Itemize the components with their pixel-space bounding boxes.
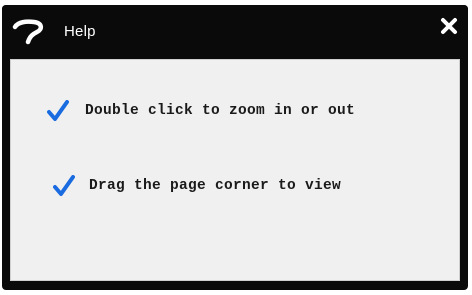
help-dialog: Help Double click to zoom in or out Drag… xyxy=(2,5,468,290)
dialog-title: Help xyxy=(64,23,96,40)
checkmark-icon xyxy=(53,175,75,196)
tip-item: Double click to zoom in or out xyxy=(47,100,355,122)
checkmark-icon xyxy=(47,100,69,121)
tip-text: Drag the page corner to view xyxy=(89,178,342,194)
tip-item: Drag the page corner to view xyxy=(53,175,341,197)
close-icon[interactable] xyxy=(438,15,460,37)
tip-text: Double click to zoom in or out xyxy=(85,103,356,119)
help-content: Double click to zoom in or out Drag the … xyxy=(10,59,460,281)
question-mark-icon xyxy=(12,19,44,45)
title-bar: Help xyxy=(2,5,468,57)
